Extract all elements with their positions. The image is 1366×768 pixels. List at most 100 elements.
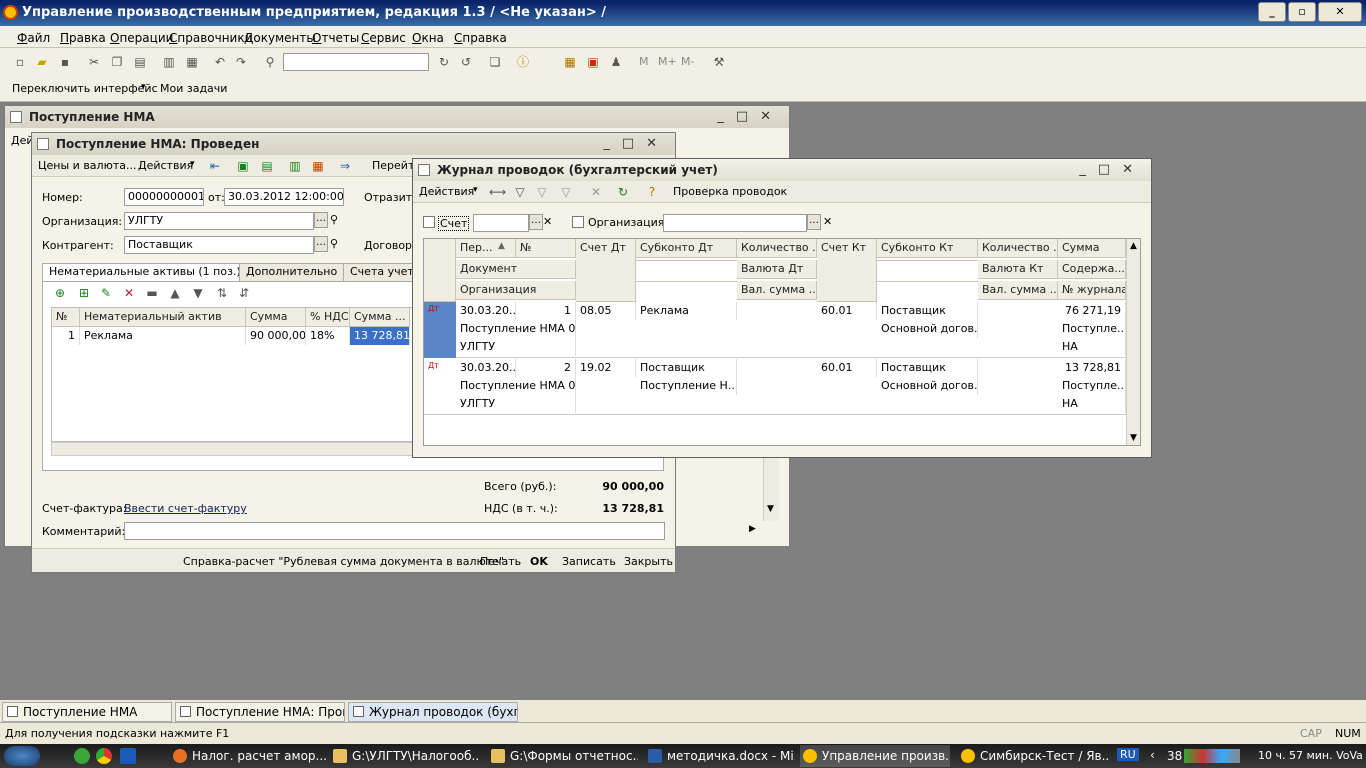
window-controls[interactable]: _□✕ [1079,159,1145,181]
open-icon[interactable]: ▰ [35,55,49,69]
cell-vat-sum[interactable]: 13 728,81 [350,327,410,345]
account-field[interactable] [473,214,529,232]
col-content[interactable]: Содержа... [1058,260,1126,279]
prices-currency-button[interactable]: Цены и валюта... [38,159,136,172]
edit-icon[interactable]: ✎ [99,286,113,300]
close-button[interactable]: ✕ [1318,2,1362,22]
account-checkbox[interactable] [423,216,435,228]
select-button[interactable]: … [314,212,328,228]
sort-asc-icon[interactable]: ⇅ [215,286,229,300]
hscroll[interactable] [51,580,656,592]
wintab-nma-doc[interactable]: Поступление НМА: Проведен [175,702,345,722]
interval-icon[interactable]: ⟷ [489,185,506,199]
col-qty-dt[interactable]: Количество ... [737,239,817,258]
start-button[interactable] [4,746,40,766]
col-currency-dt[interactable]: Валюта Дт [737,260,817,279]
col-account-dt[interactable]: Счет Дт [576,239,636,302]
filter-icon[interactable]: ▽ [513,185,527,199]
check-entries-button[interactable]: Проверка проводок [673,185,787,198]
copy-icon[interactable]: ❐ [110,55,124,69]
memory-plus-button[interactable]: M+ [658,55,677,68]
save-button[interactable]: Записать [562,555,616,568]
organization-filter-field[interactable] [663,214,807,232]
select-button[interactable]: … [529,214,543,230]
post-icon[interactable]: ⇤ [208,159,222,173]
col-num[interactable]: № [516,239,576,258]
undo-icon[interactable]: ↶ [213,55,227,69]
currency-help-button[interactable]: Справка-расчет "Рублевая сумма документа… [183,555,504,568]
search-input[interactable] [283,53,429,71]
scroll-up-icon[interactable]: ▲ [1130,241,1137,251]
task-1c-active[interactable]: Управление произв... [800,745,950,767]
tab-intangible-assets[interactable]: Нематериальные активы (1 поз.) [42,263,248,281]
col-subconto-kt[interactable]: Субконто Кт [877,239,978,258]
navigate-icon[interactable]: ⇒ [338,159,352,173]
help-icon[interactable]: ? [645,185,659,199]
new-icon[interactable]: ▫ [13,55,27,69]
col-qty-kt[interactable]: Количество ... [978,239,1058,258]
my-tasks-button[interactable]: Мои задачи [160,82,227,95]
actions-button[interactable]: Действия [138,159,193,172]
task-word[interactable]: методичка.docx - Mi... [645,745,795,767]
col-sum[interactable]: Сумма [246,308,306,327]
clear-filter-icon[interactable]: ✕ [589,185,603,199]
filter-list-icon[interactable]: ▽ [559,185,573,199]
minimize-button[interactable]: _ [1258,2,1286,22]
memory-minus-button[interactable]: M- [681,55,694,68]
number-field[interactable]: 00000000001 [124,188,204,206]
col-account-kt[interactable]: Счет Кт [817,239,877,302]
wintab-nma-list[interactable]: Поступление НМА [2,702,172,722]
col-subconto-dt[interactable]: Субконто Дт [636,239,737,258]
window-controls[interactable]: _□✕ [717,106,783,128]
menu-edit[interactable]: Правка [60,31,106,45]
memory-m-button[interactable]: M [639,55,649,68]
utorrent-icon[interactable] [74,748,90,764]
col-vat[interactable]: % НДС [306,308,350,327]
chrome-icon[interactable] [96,748,112,764]
search-icon[interactable]: ⚲ [330,213,338,226]
task-firefox[interactable]: Налог. расчет амор... [170,745,330,767]
tab-additional[interactable]: Дополнительно [239,263,345,281]
ok-button[interactable]: OK [530,555,548,568]
col-cur-sum-kt[interactable]: Вал. сумма ... [978,281,1058,300]
table-row[interactable]: Дт 30.03.20... 2 19.02 Поставщик 60.01 П… [424,359,1126,415]
col-journal-no[interactable]: № журнала [1058,281,1126,300]
account-label[interactable]: Счет [438,216,470,231]
switch-interface-button[interactable]: Переключить интерфейс [12,82,158,95]
search-icon[interactable]: ⚲ [330,237,338,250]
users-icon[interactable]: ♟ [609,55,623,69]
task-folder-2[interactable]: G:\Формы отчетнос... [488,745,638,767]
search-prev-icon[interactable]: ↺ [459,55,473,69]
print-icon[interactable]: ▥ [162,55,176,69]
col-cur-sum-dt[interactable]: Вал. сумма ... [737,281,817,300]
menu-service[interactable]: Сервис [361,31,406,45]
task-1c-2[interactable]: Симбирск-Тест / Яв... [958,745,1108,767]
delete-icon[interactable]: ✕ [122,286,136,300]
clear-icon[interactable]: ✕ [823,215,832,228]
menu-operations[interactable]: Операции [110,31,173,45]
vertical-scrollbar[interactable]: ▲ ▼ [1126,239,1140,445]
redo-icon[interactable]: ↷ [234,55,248,69]
refresh-icon[interactable]: ▣ [236,159,250,173]
menu-reports[interactable]: Отчеты [312,31,359,45]
skype-icon[interactable] [120,748,136,764]
info-icon[interactable]: ⓘ [516,55,530,69]
organization-field[interactable]: УЛГТУ [124,212,314,230]
enter-invoice-link[interactable]: Ввести счет-фактуру [124,502,247,515]
table-row[interactable]: Дт 30.03.20... 1 08.05 Реклама 60.01 Пос… [424,302,1126,358]
date-field[interactable]: 30.03.2012 12:00:00 [224,188,344,206]
menu-windows[interactable]: Окна [412,31,444,45]
col-sum[interactable]: Сумма [1058,239,1126,258]
go-to-button[interactable]: Перейт [372,159,414,172]
copy-doc-icon[interactable]: ▤ [260,159,274,173]
copy-row-icon[interactable]: ⊞ [77,286,91,300]
paste-icon[interactable]: ▤ [133,55,147,69]
tools-icon[interactable]: ⚒ [712,55,726,69]
window-controls[interactable]: _□✕ [603,133,669,155]
menu-help[interactable]: Справка [454,31,507,45]
col-document[interactable]: Документ [456,260,576,279]
close-doc-button[interactable]: Закрыть [624,555,673,568]
organization-checkbox[interactable] [572,216,584,228]
scroll-down-icon[interactable]: ▼ [767,504,774,514]
calculator-icon[interactable]: ▦ [563,55,577,69]
